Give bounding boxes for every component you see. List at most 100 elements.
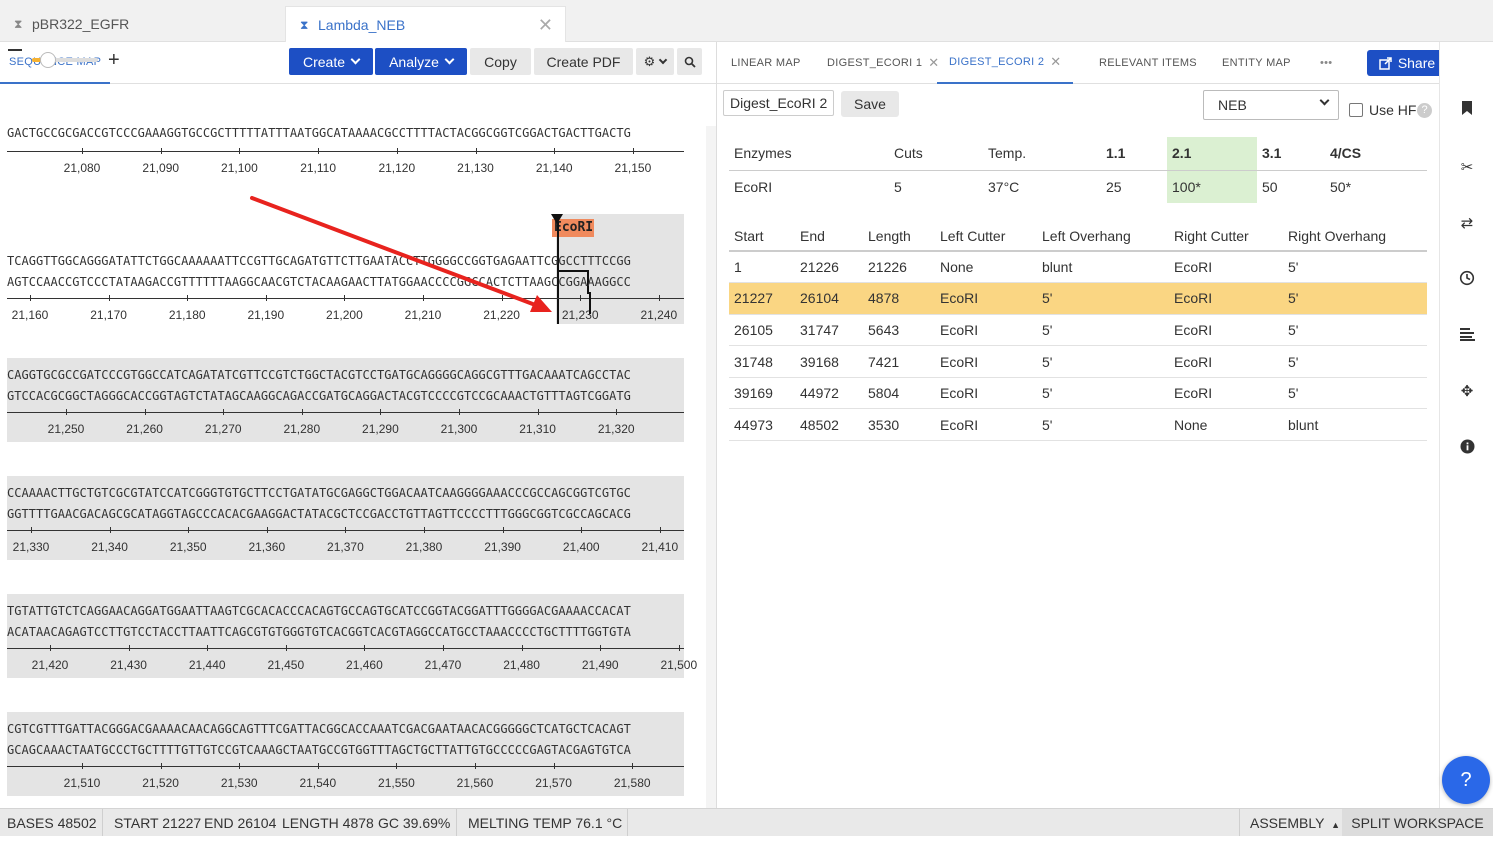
divider	[627, 809, 628, 837]
help-button[interactable]: ?	[1442, 756, 1490, 804]
column-header: Temp.	[983, 137, 1101, 171]
column-header: 2.1	[1167, 137, 1257, 171]
column-header: 4/CS	[1325, 137, 1427, 171]
file-tab-label: Lambda_NEB	[318, 16, 406, 33]
align-icon[interactable]	[1458, 327, 1476, 345]
status-gc: GC 39.69%	[378, 815, 451, 831]
tab-digest-ecori-1[interactable]: DIGEST_ECORI 1 ✕	[827, 42, 939, 84]
file-tab-bar: ⧗ pBR322_EGFR ⧗ Lambda_NEB ✕	[0, 0, 1493, 42]
share-button[interactable]: Share	[1367, 50, 1447, 76]
enzyme-row[interactable]: EcoRI 5 37°C 25 100* 50 50*	[729, 170, 1427, 203]
table-cell: 26104	[795, 282, 863, 315]
create-pdf-button[interactable]: Create PDF	[534, 48, 633, 75]
table-cell: blunt	[1283, 408, 1427, 442]
window-edge	[0, 836, 1493, 842]
table-cell: 5'	[1037, 377, 1169, 410]
close-icon[interactable]: ✕	[538, 15, 553, 36]
swap-icon[interactable]: ⇄	[1458, 215, 1476, 233]
help-icon[interactable]: ?	[1417, 103, 1432, 118]
digest-pane: LINEAR MAP DIGEST_ECORI 1 ✕ DIGEST_ECORI …	[717, 42, 1447, 808]
search-button[interactable]	[677, 48, 702, 75]
table-cell: None	[1169, 408, 1283, 442]
save-button[interactable]: Save	[841, 91, 899, 117]
table-cell: EcoRI	[734, 178, 773, 195]
table-cell: 3530	[863, 408, 935, 442]
table-cell: 44973	[729, 408, 795, 442]
tab-linear-map[interactable]: LINEAR MAP	[731, 42, 801, 84]
tool-rail: ✂ ⇄ ✥	[1439, 42, 1493, 808]
zoom-out-icon[interactable]	[8, 49, 22, 51]
create-button[interactable]: Create	[289, 48, 373, 75]
table-cell: 21227	[729, 282, 795, 315]
zoom-slider-handle[interactable]	[40, 52, 56, 68]
fragment-row[interactable]: 39169 44972 5804 EcoRI 5' EcoRI 5'	[729, 377, 1427, 410]
digest-name-field[interactable]	[723, 90, 834, 116]
create-label: Create	[302, 53, 346, 70]
status-bar: BASES 48502 START 21227 END 26104 LENGTH…	[0, 808, 1493, 837]
table-cell: 1	[729, 251, 795, 284]
table-cell: 44972	[795, 377, 863, 410]
fragment-row[interactable]: 1 21226 21226 None blunt EcoRI 5'	[729, 251, 1427, 284]
more-tabs-button[interactable]: •••	[1320, 42, 1332, 84]
fragment-row[interactable]: 26105 31747 5643 EcoRI 5' EcoRI 5'	[729, 314, 1427, 347]
table-cell: 5'	[1283, 345, 1427, 378]
table-cell: 21226	[795, 251, 863, 284]
use-hf-checkbox[interactable]	[1349, 103, 1363, 117]
analyze-button[interactable]: Analyze	[375, 48, 467, 75]
tab-digest-ecori-2[interactable]: DIGEST_ECORI 2 ✕	[937, 42, 1074, 84]
table-cell: EcoRI	[935, 377, 1037, 410]
copy-button[interactable]: Copy	[470, 48, 531, 75]
fragment-row[interactable]: 31748 39168 7421 EcoRI 5' EcoRI 5'	[729, 345, 1427, 378]
divider	[456, 809, 457, 837]
status-length: LENGTH 4878	[282, 815, 374, 831]
table-cell: EcoRI	[1169, 314, 1283, 347]
table-cell: EcoRI	[935, 314, 1037, 347]
split-workspace-button[interactable]: SPLIT WORKSPACE	[1342, 809, 1493, 837]
table-cell: 5'	[1037, 345, 1169, 378]
file-tab-label: pBR322_EGFR	[32, 16, 130, 32]
column-header: End	[795, 221, 863, 252]
sequence-map-view[interactable]: GACTGCCGCGACCGTCCCGAAAGGTGCCGCTTTTTATTTA…	[0, 126, 716, 808]
sequence-scrollbar[interactable]	[706, 126, 716, 808]
tab-label: LINEAR MAP	[731, 57, 801, 69]
chevron-down-icon	[1319, 95, 1330, 106]
file-tab-lambda[interactable]: ⧗ Lambda_NEB ✕	[285, 6, 566, 42]
scissors-icon[interactable]: ✂	[1458, 159, 1476, 177]
fragment-row[interactable]: 21227 26104 4878 EcoRI 5' EcoRI 5'	[729, 282, 1427, 315]
buffer-select[interactable]: NEB	[1203, 90, 1339, 120]
zoom-in-icon[interactable]: +	[108, 50, 120, 70]
bookmark-icon[interactable]	[1458, 100, 1476, 118]
table-cell: EcoRI	[1169, 377, 1283, 410]
info-icon[interactable]	[1458, 439, 1476, 457]
tab-relevant-items[interactable]: RELEVANT ITEMS	[1099, 42, 1197, 84]
table-cell: 48502	[795, 408, 863, 442]
table-cell: 26105	[729, 314, 795, 347]
table-cell: 5'	[1283, 314, 1427, 347]
divider	[1239, 809, 1240, 837]
assembly-button[interactable]: ASSEMBLY ▲	[1250, 815, 1340, 831]
assembly-label: ASSEMBLY	[1250, 815, 1325, 831]
tab-label: ENTITY MAP	[1222, 57, 1291, 69]
caret-up-icon: ▲	[1331, 820, 1340, 830]
column-header: 1.1	[1101, 137, 1167, 171]
settings-button[interactable]: ⚙	[636, 48, 674, 75]
table-cell: 7421	[863, 345, 935, 378]
table-cell: blunt	[1037, 251, 1169, 284]
gear-icon: ⚙	[643, 53, 656, 69]
tab-entity-map[interactable]: ENTITY MAP	[1222, 42, 1291, 84]
close-icon[interactable]: ✕	[1050, 54, 1061, 70]
analyze-label: Analyze	[389, 53, 439, 70]
column-header: Length	[863, 221, 935, 252]
table-cell: 21226	[863, 251, 935, 284]
file-tab-pbr322[interactable]: ⧗ pBR322_EGFR	[0, 6, 285, 42]
fragment-row[interactable]: 44973 48502 3530 EcoRI 5' None blunt	[729, 408, 1427, 442]
status-start: START 21227	[114, 815, 202, 831]
chevron-down-icon	[659, 55, 668, 64]
table-cell: 100*	[1167, 170, 1257, 203]
column-header: Left Overhang	[1037, 221, 1169, 252]
history-icon[interactable]	[1458, 270, 1476, 288]
hourglass-icon: ⧗	[14, 17, 23, 31]
right-tab-bar: LINEAR MAP DIGEST_ECORI 1 ✕ DIGEST_ECORI …	[717, 42, 1447, 84]
column-header: Start	[729, 221, 795, 252]
crosshair-icon[interactable]: ✥	[1458, 383, 1476, 401]
